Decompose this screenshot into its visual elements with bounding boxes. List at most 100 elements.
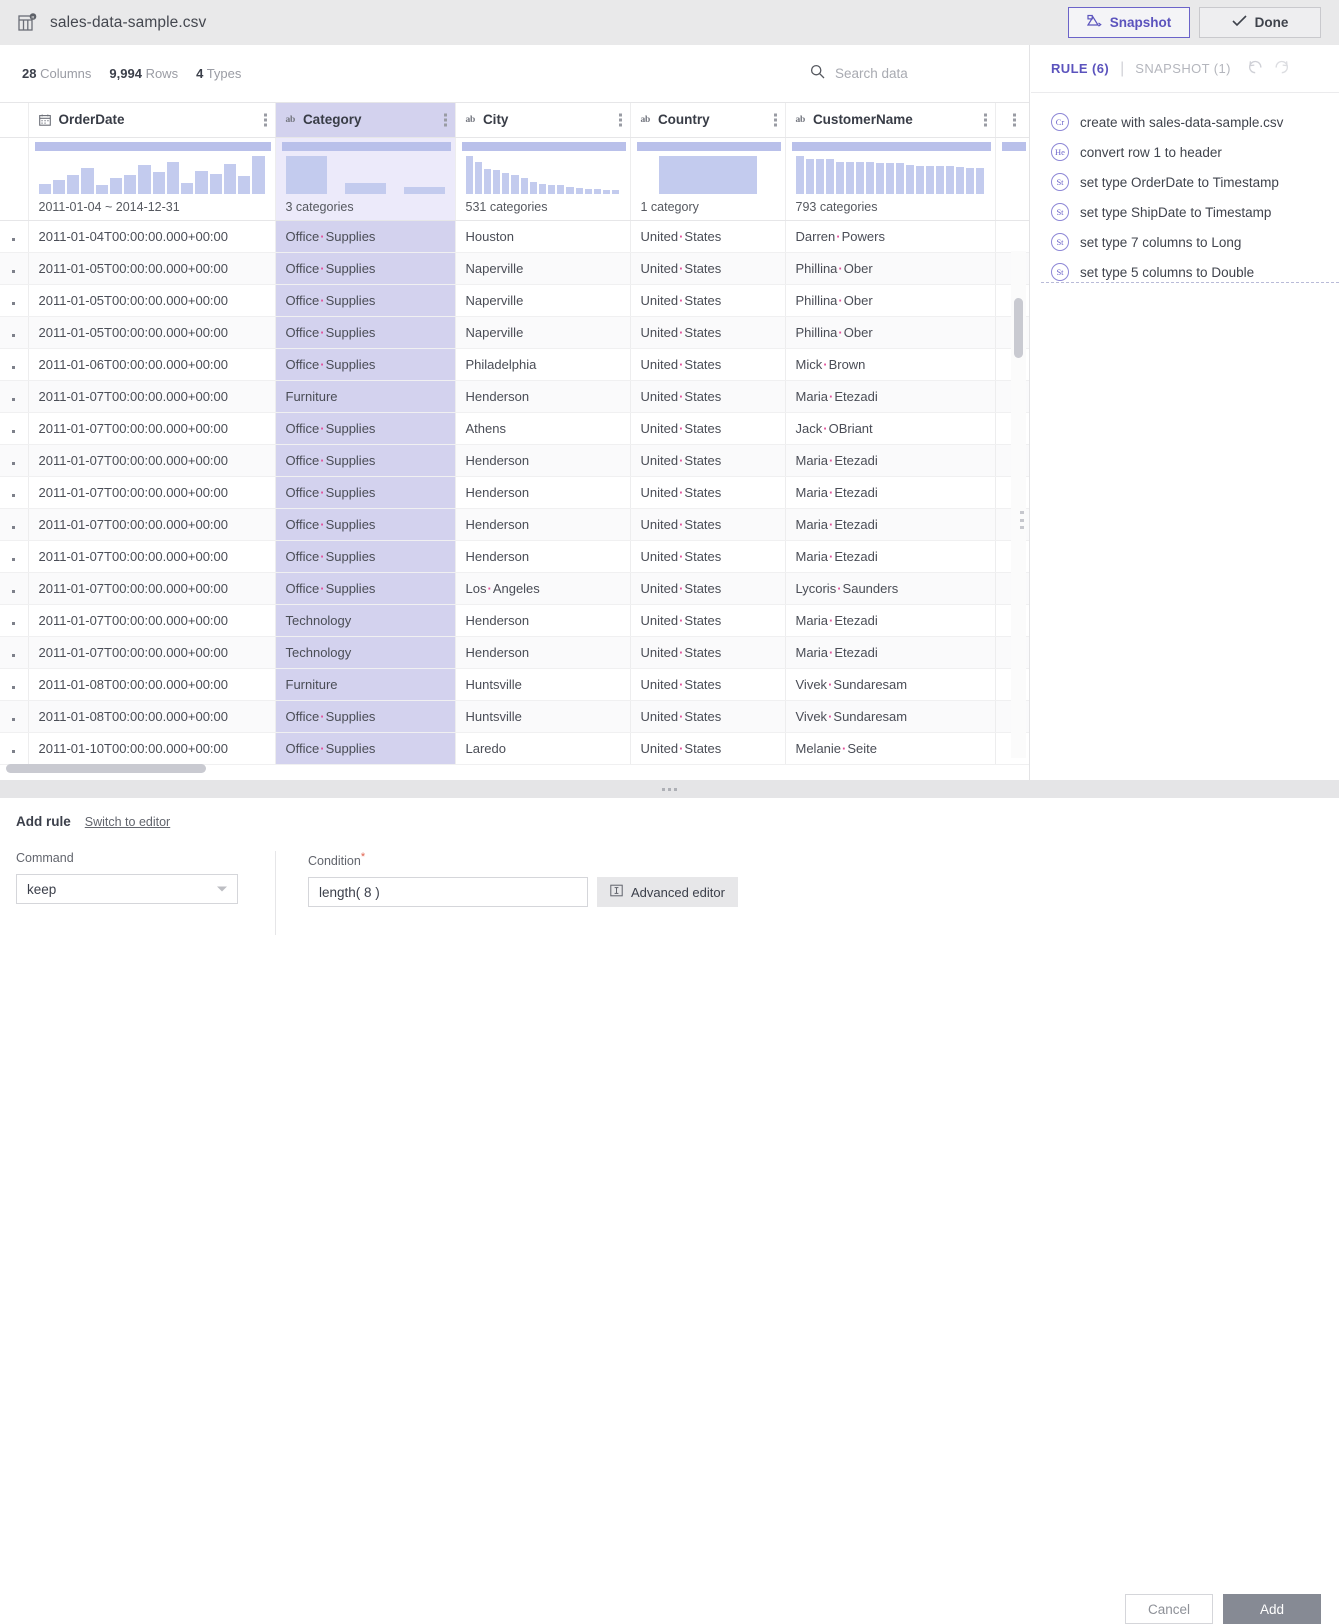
column-menu-icon[interactable] — [443, 113, 447, 127]
cell-country[interactable]: United·States — [630, 476, 786, 509]
cell-orderdate[interactable]: 2011-01-08T00:00:00.000+00:00 — [28, 700, 276, 733]
cell-category[interactable]: Office·Supplies — [275, 732, 456, 765]
cell-customername[interactable]: Maria·Etezadi — [785, 540, 996, 573]
column-menu-icon[interactable] — [773, 113, 777, 127]
cell-customername[interactable]: Maria·Etezadi — [785, 636, 996, 669]
cell-country[interactable]: United·States — [630, 732, 786, 765]
panel-resize-handle[interactable] — [1020, 511, 1024, 529]
cell-customername[interactable]: Maria·Etezadi — [785, 380, 996, 413]
table-row[interactable]: 2011-01-04T00:00:00.000+00:00 Office·Supp… — [0, 220, 1029, 253]
cell-country[interactable]: United·States — [630, 284, 786, 317]
cell-orderdate[interactable]: 2011-01-07T00:00:00.000+00:00 — [28, 604, 276, 637]
table-row[interactable]: 2011-01-08T00:00:00.000+00:00 Furniture Hu… — [0, 668, 1029, 701]
cell-country[interactable]: United·States — [630, 412, 786, 445]
cell-customername[interactable]: Maria·Etezadi — [785, 604, 996, 637]
command-select[interactable]: keep — [16, 874, 238, 904]
cell-customername[interactable]: Darren·Powers — [785, 220, 996, 253]
table-row[interactable]: 2011-01-07T00:00:00.000+00:00 Office·Supp… — [0, 476, 1029, 509]
table-row[interactable]: 2011-01-07T00:00:00.000+00:00 Furniture He… — [0, 380, 1029, 413]
cell-category[interactable]: Office·Supplies — [275, 412, 456, 445]
table-row[interactable]: 2011-01-07T00:00:00.000+00:00 Office·Supp… — [0, 444, 1029, 477]
table-row[interactable]: 2011-01-10T00:00:00.000+00:00 Office·Supp… — [0, 732, 1029, 765]
column-header-customername[interactable]: ab CustomerName — [785, 103, 996, 138]
cell-city[interactable]: Henderson — [455, 540, 631, 573]
table-row[interactable]: 2011-01-08T00:00:00.000+00:00 Office·Supp… — [0, 700, 1029, 733]
cell-category[interactable]: Furniture — [275, 668, 456, 701]
cell-orderdate[interactable]: 2011-01-05T00:00:00.000+00:00 — [28, 316, 276, 349]
cell-city[interactable]: Philadelphia — [455, 348, 631, 381]
cell-city[interactable]: Henderson — [455, 444, 631, 477]
cell-city[interactable]: Henderson — [455, 380, 631, 413]
cell-city[interactable]: Naperville — [455, 252, 631, 285]
cell-customername[interactable]: Lycoris·Saunders — [785, 572, 996, 605]
cell-city[interactable]: Los·Angeles — [455, 572, 631, 605]
cell-city[interactable]: Naperville — [455, 284, 631, 317]
switch-to-editor-link[interactable]: Switch to editor — [85, 815, 170, 829]
cell-country[interactable]: United·States — [630, 348, 786, 381]
cell-orderdate[interactable]: 2011-01-07T00:00:00.000+00:00 — [28, 476, 276, 509]
condition-input[interactable]: length( 8 ) — [308, 877, 588, 908]
column-header-category[interactable]: ab Category — [275, 103, 456, 138]
cell-category[interactable]: Office·Supplies — [275, 316, 456, 349]
cell-city[interactable]: Laredo — [455, 732, 631, 765]
rule-list-item[interactable]: St set type ShipDate to Timestamp — [1031, 197, 1339, 227]
cell-country[interactable]: United·States — [630, 316, 786, 349]
cell-orderdate[interactable]: 2011-01-06T00:00:00.000+00:00 — [28, 348, 276, 381]
cell-orderdate[interactable]: 2011-01-07T00:00:00.000+00:00 — [28, 572, 276, 605]
cell-city[interactable]: Henderson — [455, 476, 631, 509]
rule-list-item[interactable]: Cr create with sales-data-sample.csv — [1031, 107, 1339, 137]
tab-rule[interactable]: RULE (6) — [1051, 61, 1109, 76]
table-row[interactable]: 2011-01-05T00:00:00.000+00:00 Office·Supp… — [0, 284, 1029, 317]
cell-orderdate[interactable]: 2011-01-05T00:00:00.000+00:00 — [28, 252, 276, 285]
table-row[interactable]: 2011-01-07T00:00:00.000+00:00 Office·Supp… — [0, 412, 1029, 445]
rule-list-item[interactable]: St set type 7 columns to Long — [1031, 227, 1339, 257]
cell-country[interactable]: United·States — [630, 604, 786, 637]
cell-country[interactable]: United·States — [630, 380, 786, 413]
cell-category[interactable]: Office·Supplies — [275, 348, 456, 381]
cancel-button[interactable]: Cancel — [1125, 1594, 1213, 1624]
cell-orderdate[interactable]: 2011-01-07T00:00:00.000+00:00 — [28, 380, 276, 413]
column-header-city[interactable]: ab City — [455, 103, 631, 138]
column-menu-icon[interactable] — [618, 113, 622, 127]
search-data-box[interactable]: Search data — [810, 64, 908, 84]
cell-category[interactable]: Technology — [275, 604, 456, 637]
cell-country[interactable]: United·States — [630, 668, 786, 701]
cell-customername[interactable]: Phillina·Ober — [785, 252, 996, 285]
cell-customername[interactable]: Jack·OBriant — [785, 412, 996, 445]
redo-icon[interactable] — [1273, 58, 1290, 80]
cell-customername[interactable]: Maria·Etezadi — [785, 508, 996, 541]
column-menu-icon[interactable] — [263, 113, 267, 127]
undo-icon[interactable] — [1247, 58, 1264, 80]
cell-category[interactable]: Office·Supplies — [275, 508, 456, 541]
cell-country[interactable]: United·States — [630, 572, 786, 605]
table-row[interactable]: 2011-01-07T00:00:00.000+00:00 Technology H… — [0, 604, 1029, 637]
table-row[interactable]: 2011-01-05T00:00:00.000+00:00 Office·Supp… — [0, 252, 1029, 285]
cell-category[interactable]: Office·Supplies — [275, 284, 456, 317]
cell-country[interactable]: United·States — [630, 444, 786, 477]
cell-country[interactable]: United·States — [630, 700, 786, 733]
cell-country[interactable]: United·States — [630, 508, 786, 541]
cell-customername[interactable]: Phillina·Ober — [785, 284, 996, 317]
panel-divider[interactable] — [0, 780, 1339, 798]
cell-city[interactable]: Houston — [455, 220, 631, 253]
cell-country[interactable]: United·States — [630, 220, 786, 253]
table-row[interactable]: 2011-01-07T00:00:00.000+00:00 Office·Supp… — [0, 572, 1029, 605]
cell-city[interactable]: Huntsville — [455, 700, 631, 733]
advanced-editor-button[interactable]: Advanced editor — [597, 877, 738, 908]
column-header-country[interactable]: ab Country — [630, 103, 786, 138]
cell-city[interactable]: Athens — [455, 412, 631, 445]
cell-customername[interactable]: Mick·Brown — [785, 348, 996, 381]
cell-category[interactable]: Office·Supplies — [275, 540, 456, 573]
horizontal-scrollbar-thumb[interactable] — [6, 764, 206, 773]
cell-customername[interactable]: Vivek·Sundaresam — [785, 700, 996, 733]
table-row[interactable]: 2011-01-07T00:00:00.000+00:00 Technology H… — [0, 636, 1029, 669]
cell-city[interactable]: Huntsville — [455, 668, 631, 701]
rule-list-item[interactable]: He convert row 1 to header — [1031, 137, 1339, 167]
cell-orderdate[interactable]: 2011-01-07T00:00:00.000+00:00 — [28, 444, 276, 477]
cell-category[interactable]: Office·Supplies — [275, 220, 456, 253]
table-row[interactable]: 2011-01-06T00:00:00.000+00:00 Office·Supp… — [0, 348, 1029, 381]
cell-category[interactable]: Technology — [275, 636, 456, 669]
vertical-scrollbar-thumb[interactable] — [1014, 298, 1023, 358]
add-button[interactable]: Add — [1223, 1594, 1321, 1624]
cell-customername[interactable]: Maria·Etezadi — [785, 444, 996, 477]
